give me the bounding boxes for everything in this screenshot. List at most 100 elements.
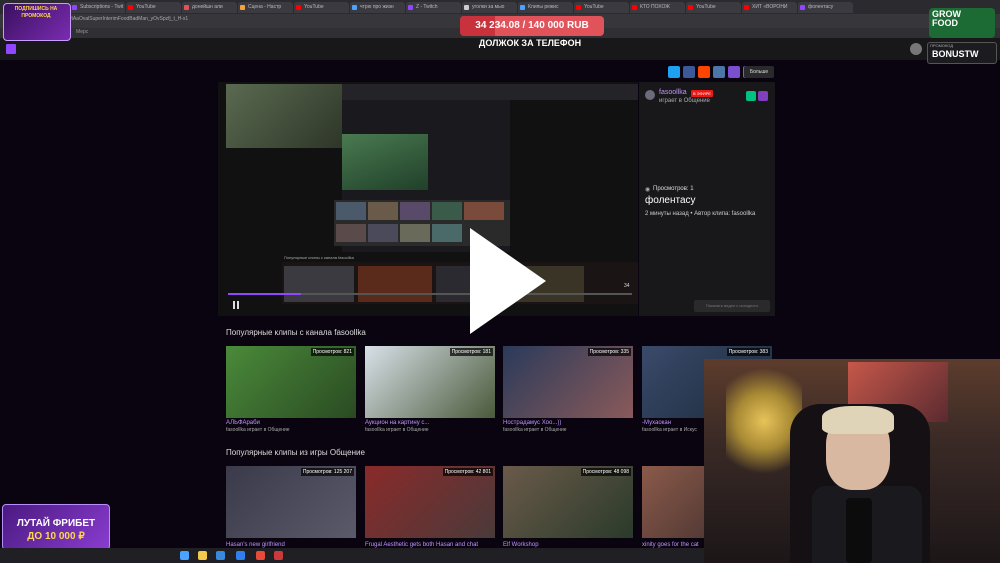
browser-tab[interactable]: Сцена - Настр [238, 2, 293, 13]
thumb [284, 266, 354, 302]
reddit-icon[interactable] [698, 66, 710, 78]
browser-tab[interactable]: фолентасу [798, 2, 853, 13]
donation-goal-bar: 34 234.08 / 140 000 RUB [460, 16, 604, 36]
tab-label: Subscriptions - Twit [80, 4, 124, 10]
tab-label: Сцена - Настр [248, 4, 282, 10]
edge-icon[interactable] [216, 551, 225, 560]
tab-favicon-icon [352, 5, 357, 10]
section-title-game-clips: Популярные клипы из игры Общение [226, 448, 365, 457]
donation-goal-text: 34 234.08 / 140 000 RUB [475, 20, 589, 31]
eye-icon: ◉ [645, 187, 651, 193]
tab-label: Клипы режис [528, 4, 559, 10]
browser-tab[interactable]: ХИТ «ВОРОНИ [742, 2, 797, 13]
tab-label: YouTube [136, 4, 156, 10]
tab-label: YouTube [696, 4, 716, 10]
bonus-code-caption: ПРОМОКОД [930, 43, 954, 48]
clip-views: Просмотров: 821 [310, 348, 354, 356]
file-explorer-icon[interactable] [198, 551, 207, 560]
thumb [432, 224, 462, 242]
browser-tab[interactable]: YouTube [686, 2, 741, 13]
player-frame-clips [282, 262, 638, 304]
thumb [432, 202, 462, 220]
clip-views: Просмотров: 383 [726, 348, 770, 356]
tab-favicon-icon [72, 5, 77, 10]
channel-playing[interactable]: играет в Общение [659, 98, 710, 104]
bookmark-item[interactable]: Мерс [76, 29, 88, 35]
bonus-code-text: BONUSTW [932, 49, 979, 59]
clip-views: Просмотров: 42 801 [442, 468, 493, 476]
live-badge: В ЭФИРЕ [691, 90, 713, 97]
player-frame-nested [342, 134, 428, 190]
tab-label: ХИТ «ВОРОНИ [752, 4, 788, 10]
thumb [336, 224, 366, 242]
facebook-icon[interactable] [683, 66, 695, 78]
tab-favicon-icon [184, 5, 189, 10]
tab-favicon-icon [576, 5, 581, 10]
twitter-icon[interactable] [668, 66, 680, 78]
share-more-button[interactable]: Больше [744, 66, 774, 78]
grow-food-logo-text: GROW FOOD [932, 9, 961, 28]
play-icon[interactable] [468, 226, 548, 336]
windows-start-icon[interactable] [180, 551, 189, 560]
clip-views: Просмотров: 125 207 [300, 468, 354, 476]
follow-heart-button[interactable] [746, 91, 756, 101]
channel-avatar[interactable] [645, 90, 655, 100]
clip-subtitle[interactable]: fasoollka играет в Искус [642, 427, 697, 433]
obs-icon[interactable] [274, 551, 283, 560]
clip-thumbnail[interactable] [365, 346, 495, 418]
tab-favicon-icon [744, 5, 749, 10]
tab-favicon-icon [688, 5, 693, 10]
browser-tab[interactable]: КТО ПОХОЖ [630, 2, 685, 13]
player-seek-fill [228, 293, 301, 295]
tab-favicon-icon [632, 5, 637, 10]
browser-tab[interactable]: чтрю про жизн [350, 2, 405, 13]
promo-banner-top-text: ПОДПИШИСЬ НА ПРОМОКОД [14, 6, 58, 19]
clip-subtitle[interactable]: fasoollka играет в Общение [226, 427, 290, 433]
donation-goal-title: ДОЛЖОК ЗА ТЕЛЕФОН [478, 38, 582, 48]
browser-tab[interactable]: YouTube [294, 2, 349, 13]
chrome-icon[interactable] [256, 551, 265, 560]
tab-label: YouTube [584, 4, 604, 10]
browser-tab[interactable]: донейшн али [182, 2, 237, 13]
clip-thumbnail[interactable] [503, 346, 633, 418]
clip-thumbnail[interactable] [226, 346, 356, 418]
mail-icon[interactable] [728, 66, 740, 78]
clip-title[interactable]: -Мухаокан [642, 420, 671, 426]
windows-taskbar [0, 548, 704, 563]
thumb [368, 202, 398, 220]
pause-icon[interactable] [232, 301, 240, 309]
vk-icon[interactable] [713, 66, 725, 78]
tab-favicon-icon [520, 5, 525, 10]
browser-tab[interactable]: Subscriptions - Twit [70, 2, 125, 13]
player-inner-section-title: Популярные клипы с канала fasoollka [284, 255, 354, 260]
clip-thumbnail[interactable] [503, 466, 633, 538]
url-text[interactable]: SwiftAaOvalSuperInterimFoodBadMan_yOvSpz… [62, 16, 188, 22]
app-icon[interactable] [236, 551, 245, 560]
thumb [368, 224, 398, 242]
tab-label: уголки за мыо [472, 4, 505, 10]
player-frame-webcam [226, 84, 342, 148]
clip-thumbnail[interactable] [226, 466, 356, 538]
clip-title[interactable]: Аукцион на картину с... [365, 420, 429, 426]
thumb [358, 266, 432, 302]
browser-tab[interactable]: уголки за мыо [462, 2, 517, 13]
clip-subtitle[interactable]: fasoollka играет в Общение [365, 427, 429, 433]
browser-tab[interactable]: YouTube [126, 2, 181, 13]
watch-source-button[interactable]: Показать видео с исходного [694, 300, 770, 312]
clip-thumbnail[interactable] [365, 466, 495, 538]
clip-views: Просмотров: 335 [587, 348, 631, 356]
browser-tab[interactable]: Z - Twitch [406, 2, 461, 13]
browser-tab[interactable]: Клипы режис [518, 2, 573, 13]
tab-favicon-icon [800, 5, 805, 10]
browser-tab[interactable]: YouTube [574, 2, 629, 13]
clip-title[interactable]: АЛЬФАраби [226, 420, 260, 426]
thumb [400, 202, 430, 220]
channel-name[interactable]: fasoollka [659, 89, 687, 96]
clip-subtitle[interactable]: fasoollka играет в Общение [503, 427, 567, 433]
thumb [400, 224, 430, 242]
user-avatar[interactable] [910, 43, 922, 55]
tab-favicon-icon [240, 5, 245, 10]
subscribe-dropdown-button[interactable] [758, 91, 768, 101]
twitch-logo-icon[interactable] [6, 44, 16, 54]
clip-title[interactable]: Нострадамус Хоо...)) [503, 420, 561, 426]
